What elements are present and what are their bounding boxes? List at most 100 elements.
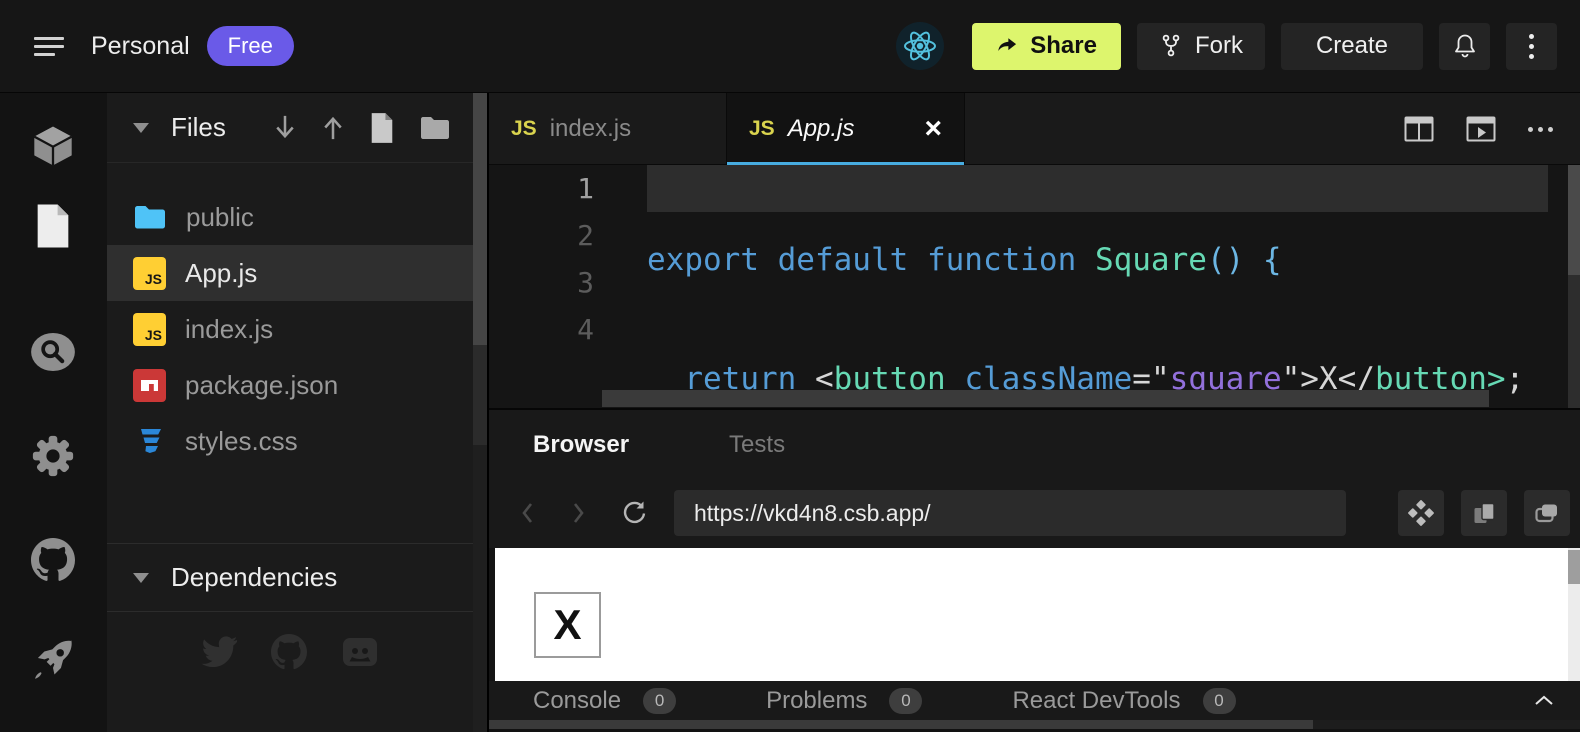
console-tab[interactable]: Console 0 bbox=[533, 687, 676, 715]
file-explorer-panel: Files public JS App.js JS index.js bbox=[107, 93, 473, 732]
file-name: styles.css bbox=[185, 426, 298, 457]
folder-icon bbox=[133, 203, 167, 231]
url-input[interactable] bbox=[674, 490, 1346, 536]
javascript-file-icon: JS bbox=[133, 257, 166, 290]
more-options-icon[interactable] bbox=[1528, 127, 1553, 132]
tab-tests[interactable]: Tests bbox=[729, 431, 785, 459]
chevron-down-icon bbox=[133, 573, 149, 583]
fork-icon bbox=[1159, 33, 1183, 59]
file-name: package.json bbox=[185, 370, 338, 401]
file-row-package-json[interactable]: package.json bbox=[107, 357, 473, 413]
close-tab-icon[interactable]: × bbox=[924, 114, 942, 144]
dependencies-label: Dependencies bbox=[171, 562, 337, 593]
count-badge: 0 bbox=[889, 688, 922, 714]
line-number: 1 bbox=[489, 165, 594, 212]
more-menu-button[interactable] bbox=[1506, 23, 1557, 70]
refresh-icon[interactable] bbox=[620, 499, 648, 527]
npm-file-icon bbox=[133, 369, 166, 402]
editor-actions bbox=[1404, 93, 1580, 165]
search-icon[interactable] bbox=[29, 328, 77, 376]
diamond-grid-icon bbox=[1408, 500, 1434, 526]
plan-badge: Free bbox=[207, 26, 294, 66]
github-icon[interactable] bbox=[29, 536, 77, 584]
scrollbar-thumb[interactable] bbox=[489, 720, 1313, 729]
kebab-menu-icon bbox=[1529, 34, 1534, 59]
deploy-rocket-icon[interactable] bbox=[29, 636, 77, 684]
tab-label: App.js bbox=[788, 115, 855, 143]
file-row-index-js[interactable]: JS index.js bbox=[107, 301, 473, 357]
hamburger-menu-icon[interactable] bbox=[34, 37, 64, 56]
dependencies-section-header[interactable]: Dependencies bbox=[107, 543, 473, 612]
line-number: 2 bbox=[489, 212, 594, 259]
react-logo-icon[interactable] bbox=[896, 22, 944, 70]
new-file-icon[interactable] bbox=[369, 112, 395, 144]
social-links bbox=[107, 634, 473, 670]
browser-preview: X bbox=[489, 548, 1580, 681]
browser-navigation-bar bbox=[489, 480, 1580, 546]
file-row-public[interactable]: public bbox=[107, 189, 473, 245]
file-row-styles-css[interactable]: styles.css bbox=[107, 413, 473, 469]
workspace-name[interactable]: Personal bbox=[91, 32, 190, 61]
bell-icon bbox=[1452, 32, 1478, 60]
open-preview-icon[interactable] bbox=[1466, 116, 1496, 142]
notifications-button[interactable] bbox=[1439, 23, 1490, 70]
scrollbar-thumb[interactable] bbox=[473, 93, 487, 345]
tab-app-js[interactable]: JS App.js × bbox=[727, 93, 965, 165]
explorer-scrollbar[interactable] bbox=[473, 93, 487, 732]
chevron-up-icon[interactable] bbox=[1534, 695, 1554, 706]
create-label: Create bbox=[1316, 32, 1388, 60]
file-row-app-js[interactable]: JS App.js bbox=[107, 245, 473, 301]
share-arrow-icon bbox=[996, 36, 1018, 56]
scrollbar-thumb[interactable] bbox=[1568, 550, 1580, 584]
scrollbar-thumb[interactable] bbox=[1568, 165, 1580, 275]
line-number-gutter: 1 2 3 4 bbox=[489, 165, 594, 353]
back-icon[interactable] bbox=[520, 500, 536, 526]
discord-icon[interactable] bbox=[340, 635, 380, 669]
code-editor[interactable]: 1 2 3 4 export default function Square()… bbox=[489, 165, 1580, 408]
upload-arrow-icon[interactable] bbox=[321, 112, 345, 143]
share-button[interactable]: Share bbox=[972, 23, 1121, 70]
javascript-tab-icon: JS bbox=[749, 117, 775, 141]
editor-tab-bar: JS index.js JS App.js × bbox=[489, 93, 1580, 165]
count-badge: 0 bbox=[643, 688, 676, 714]
sandbox-cube-icon[interactable] bbox=[29, 122, 77, 170]
files-section-header[interactable]: Files bbox=[107, 93, 473, 163]
code-line: export default function Square() { bbox=[647, 237, 1524, 284]
file-name: public bbox=[186, 202, 254, 233]
picture-in-picture-button[interactable] bbox=[1524, 490, 1570, 536]
forward-icon[interactable] bbox=[570, 500, 586, 526]
preview-scrollbar[interactable] bbox=[1568, 548, 1580, 681]
react-devtools-tab[interactable]: React DevTools 0 bbox=[1012, 687, 1235, 715]
tab-browser[interactable]: Browser bbox=[533, 431, 629, 459]
files-section-label: Files bbox=[171, 112, 226, 143]
javascript-tab-icon: JS bbox=[511, 117, 537, 141]
pages-icon bbox=[1471, 500, 1497, 526]
browser-actions bbox=[1398, 490, 1580, 536]
split-editor-icon[interactable] bbox=[1404, 116, 1434, 142]
panel-horizontal-scrollbar[interactable] bbox=[489, 720, 1580, 729]
file-explorer-icon[interactable] bbox=[29, 202, 77, 250]
new-folder-icon[interactable] bbox=[419, 114, 451, 141]
square-button[interactable]: X bbox=[534, 592, 601, 658]
download-arrow-icon[interactable] bbox=[273, 112, 297, 143]
file-name: index.js bbox=[185, 314, 273, 345]
tab-index-js[interactable]: JS index.js bbox=[489, 93, 727, 165]
twitter-icon[interactable] bbox=[200, 636, 238, 668]
settings-gear-icon[interactable] bbox=[29, 432, 77, 480]
line-number: 4 bbox=[489, 306, 594, 353]
browser-panel: Browser Tests bbox=[489, 408, 1580, 732]
console-bar: Console 0 Problems 0 React DevTools 0 bbox=[489, 681, 1580, 720]
devtools-grid-button[interactable] bbox=[1398, 490, 1444, 536]
editor-horizontal-scrollbar[interactable] bbox=[602, 390, 1489, 407]
file-name: App.js bbox=[185, 258, 257, 289]
browser-panel-tabs: Browser Tests bbox=[489, 410, 1580, 480]
editor-vertical-scrollbar[interactable] bbox=[1568, 165, 1580, 408]
github-social-icon[interactable] bbox=[271, 634, 307, 670]
stacked-windows-icon bbox=[1533, 501, 1561, 525]
fork-label: Fork bbox=[1195, 32, 1243, 60]
fork-button[interactable]: Fork bbox=[1137, 23, 1265, 70]
open-in-new-window-button[interactable] bbox=[1461, 490, 1507, 536]
problems-tab[interactable]: Problems 0 bbox=[766, 687, 922, 715]
top-header: Personal Free Share Fork Create bbox=[0, 0, 1580, 93]
create-button[interactable]: Create bbox=[1281, 23, 1423, 70]
